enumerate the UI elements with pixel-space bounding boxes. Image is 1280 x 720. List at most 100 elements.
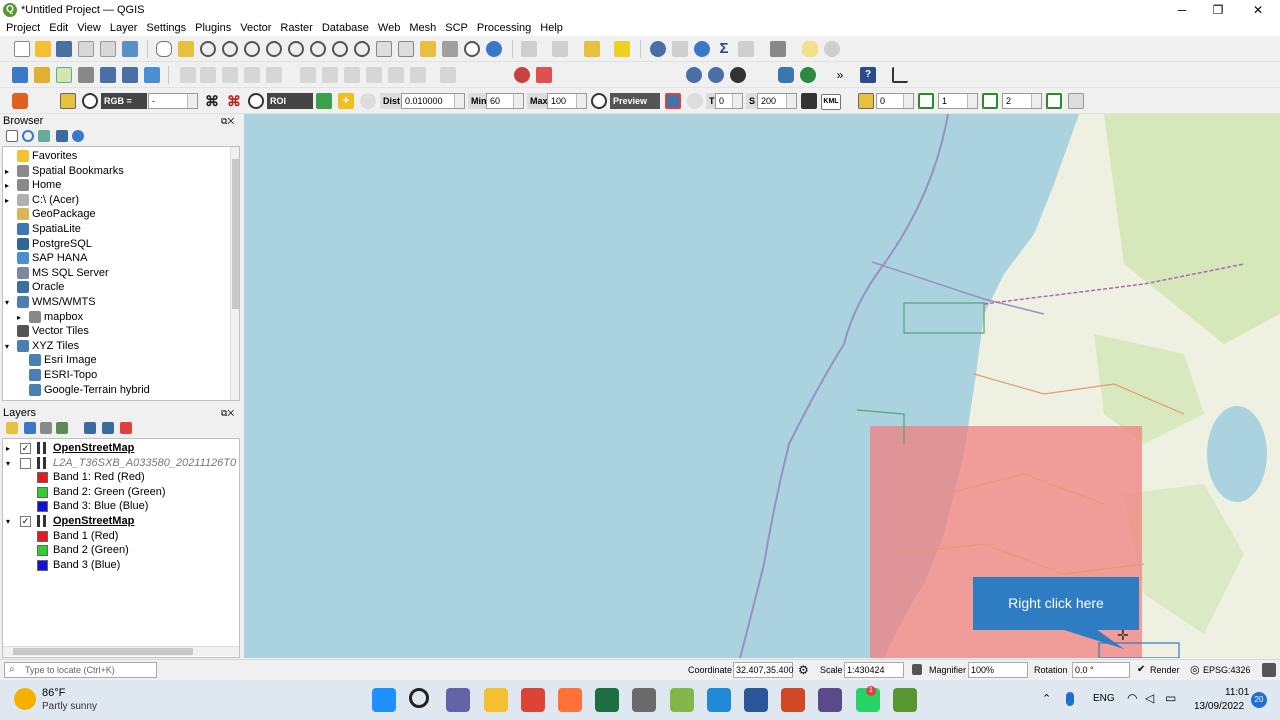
add-virtual-layer-icon[interactable] xyxy=(144,67,160,83)
browser-item[interactable]: SpatiaLite xyxy=(3,222,229,237)
max-input[interactable]: 100 xyxy=(547,93,587,109)
legend-item[interactable]: Band 3 (Blue) xyxy=(3,558,239,573)
zoom-layer-icon[interactable] xyxy=(288,41,304,57)
scale-select[interactable]: 1:430424 xyxy=(844,662,904,678)
expand-arrow-icon[interactable]: ▸ xyxy=(5,164,9,179)
microphone-icon[interactable] xyxy=(1066,692,1074,706)
browser-item[interactable]: ▾ XYZ Tiles xyxy=(3,339,229,354)
zoom-full-icon[interactable] xyxy=(244,41,260,57)
menu-processing[interactable]: Processing xyxy=(477,22,531,34)
add-layer-icon[interactable] xyxy=(12,67,28,83)
pin-labels-icon[interactable] xyxy=(536,67,552,83)
show-bookmarks-icon[interactable] xyxy=(442,41,458,57)
paste-features-icon[interactable] xyxy=(366,67,382,83)
edit-pencil-icon[interactable] xyxy=(200,67,216,83)
layer-visibility-checkbox[interactable]: ✓ xyxy=(20,443,31,454)
settings-gear-icon[interactable] xyxy=(694,41,710,57)
legend-item[interactable]: Band 2: Green (Green) xyxy=(3,485,239,500)
attribute-table-icon[interactable] xyxy=(672,41,688,57)
weather-desc[interactable]: Partly sunny xyxy=(42,701,97,712)
add-vector-icon[interactable] xyxy=(56,67,72,83)
menu-mesh[interactable]: Mesh xyxy=(409,22,436,34)
remove-layer-icon[interactable] xyxy=(120,422,132,434)
expand-arrow-icon[interactable]: ▸ xyxy=(17,310,21,325)
snipping-tool-icon[interactable] xyxy=(632,688,657,712)
crs-label[interactable]: EPSG:4326 xyxy=(1203,665,1251,675)
scp-table-icon[interactable] xyxy=(1068,93,1084,109)
manage-themes-icon[interactable] xyxy=(40,422,52,434)
cut-features-icon[interactable] xyxy=(322,67,338,83)
locator-search[interactable]: ⌕ Type to locate (Ctrl+K) xyxy=(4,662,157,678)
dist-input[interactable]: 0.010000 xyxy=(401,93,465,109)
measure-icon[interactable] xyxy=(770,41,786,57)
browser-item[interactable]: ▸ Home xyxy=(3,178,229,193)
volume-icon[interactable]: ◁ xyxy=(1145,691,1154,705)
select-by-location-icon[interactable] xyxy=(614,41,630,57)
min-input[interactable]: 60 xyxy=(486,93,524,109)
more-tools-chevron-icon[interactable]: » xyxy=(832,67,848,83)
new-3d-view-icon[interactable] xyxy=(398,41,414,57)
notification-count-badge[interactable]: 20 xyxy=(1251,692,1267,708)
layout-manager-icon[interactable] xyxy=(100,41,116,57)
browser-item[interactable]: SAP HANA xyxy=(3,251,229,266)
new-print-layout-icon[interactable] xyxy=(78,41,94,57)
expand-arrow-icon[interactable]: ▾ xyxy=(5,339,9,354)
close-button[interactable]: ✕ xyxy=(1240,0,1276,20)
menu-database[interactable]: Database xyxy=(322,22,369,34)
band-calc-icon[interactable] xyxy=(858,93,874,109)
menu-scp[interactable]: SCP xyxy=(445,22,468,34)
refresh-browser-icon[interactable] xyxy=(22,130,34,142)
search-icon[interactable] xyxy=(409,688,430,708)
browser-item[interactable]: PostgreSQL xyxy=(3,237,229,252)
layer-visibility-checkbox[interactable]: ✓ xyxy=(20,516,31,527)
firefox-icon[interactable] xyxy=(558,688,582,712)
new-map-view-icon[interactable] xyxy=(376,41,392,57)
layer-item[interactable]: ▸ ✓ OpenStreetMap xyxy=(3,441,239,456)
zoom-roi-icon[interactable] xyxy=(248,93,264,109)
zoom-preview-icon[interactable] xyxy=(591,93,607,109)
scp-earth-icon[interactable] xyxy=(730,67,746,83)
add-roi-icon[interactable]: + xyxy=(338,93,354,109)
minimize-button[interactable]: ─ xyxy=(1164,0,1200,20)
clock-date[interactable]: 13/09/2022 xyxy=(1194,701,1244,712)
expand-arrow-icon[interactable]: ▾ xyxy=(6,514,10,529)
panel-float-close-icon[interactable]: ⧉✕ xyxy=(221,116,234,127)
qgis-icon[interactable] xyxy=(892,688,917,712)
browser-item[interactable]: MS SQL Server xyxy=(3,266,229,281)
add-group-icon[interactable] xyxy=(24,422,36,434)
menu-plugins[interactable]: Plugins xyxy=(195,22,231,34)
teams-icon[interactable] xyxy=(446,688,471,712)
coordinate-toggle-icon[interactable]: ⚙ xyxy=(798,663,812,677)
powerpoint-icon[interactable] xyxy=(781,688,806,712)
obs-icon[interactable] xyxy=(818,688,843,712)
layer-visibility-checkbox[interactable] xyxy=(20,457,31,469)
select-features-icon[interactable] xyxy=(521,41,537,57)
browser-item[interactable]: ESRI-Topo xyxy=(3,368,229,383)
db-icon[interactable] xyxy=(801,93,817,109)
t-input[interactable]: 0 xyxy=(715,93,743,109)
band-set-red-icon[interactable]: ⌘ xyxy=(226,93,242,109)
file-explorer-icon[interactable] xyxy=(483,688,508,712)
band-next-icon-3[interactable] xyxy=(1046,93,1062,109)
menu-raster[interactable]: Raster xyxy=(280,22,312,34)
expand-arrow-icon[interactable]: ▸ xyxy=(6,441,10,456)
menu-view[interactable]: View xyxy=(77,22,101,34)
expand-arrow-icon[interactable]: ▸ xyxy=(5,193,9,208)
browser-scrollbar[interactable] xyxy=(230,147,239,400)
help-icon[interactable]: ? xyxy=(860,67,876,83)
layers-scroll-thumb[interactable] xyxy=(13,648,193,655)
refresh-icon[interactable] xyxy=(486,41,502,57)
crs-globe-icon[interactable]: ◎ xyxy=(1190,663,1200,676)
chrome-icon[interactable] xyxy=(520,688,545,712)
magnifier-input[interactable]: 100% xyxy=(968,662,1028,678)
band-set-icon[interactable]: ⌘ xyxy=(204,93,220,109)
pan-hand-icon[interactable] xyxy=(156,41,172,57)
copy-features-icon[interactable] xyxy=(344,67,360,83)
browser-item[interactable]: ▸ C:\ (Acer) xyxy=(3,193,229,208)
notepad-plus-icon[interactable] xyxy=(669,688,694,712)
collapse-layers-icon[interactable] xyxy=(102,422,114,434)
menu-web[interactable]: Web xyxy=(378,22,400,34)
zoom-last-icon[interactable] xyxy=(332,41,348,57)
field-calculator-icon[interactable] xyxy=(738,41,754,57)
band-input-2[interactable]: 1 xyxy=(938,93,978,109)
